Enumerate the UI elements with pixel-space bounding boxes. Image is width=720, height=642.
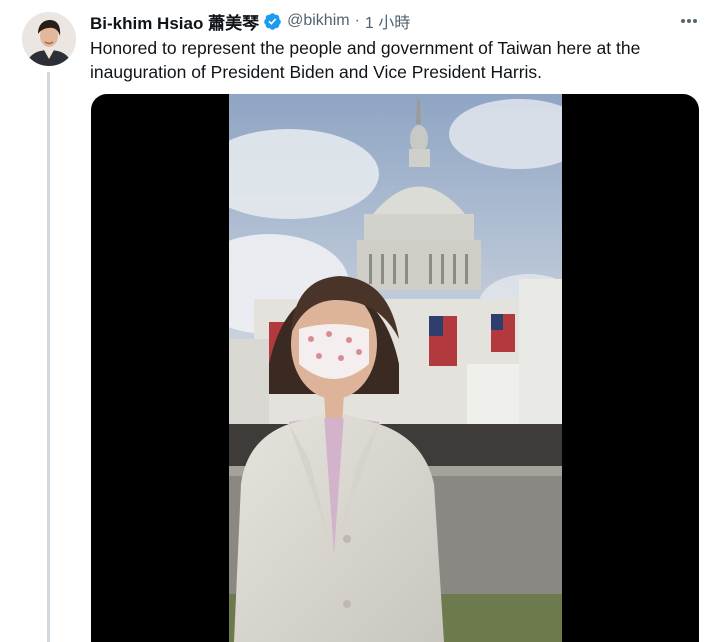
tweet-text: Honored to represent the people and gove… — [90, 38, 641, 82]
tweet-video[interactable] — [91, 94, 699, 642]
thread-line — [47, 72, 50, 642]
tweet-timestamp[interactable]: 1 小時 — [365, 9, 410, 33]
author-handle[interactable]: @bikhim — [287, 12, 349, 30]
author-avatar[interactable] — [22, 12, 76, 66]
video-frame-image — [229, 94, 562, 642]
more-options-icon[interactable] — [672, 10, 706, 32]
verified-badge-icon — [264, 12, 281, 30]
author-name[interactable]: Bi-khim Hsiao 蕭美琴 — [90, 9, 259, 34]
tweet[interactable]: Bi-khim Hsiao 蕭美琴 @bikhim · 1 小時 Honored… — [0, 0, 720, 642]
separator-dot: · — [354, 12, 360, 29]
video-frame — [229, 94, 562, 642]
tweet-header: Bi-khim Hsiao 蕭美琴 @bikhim · 1 小時 — [90, 9, 410, 33]
